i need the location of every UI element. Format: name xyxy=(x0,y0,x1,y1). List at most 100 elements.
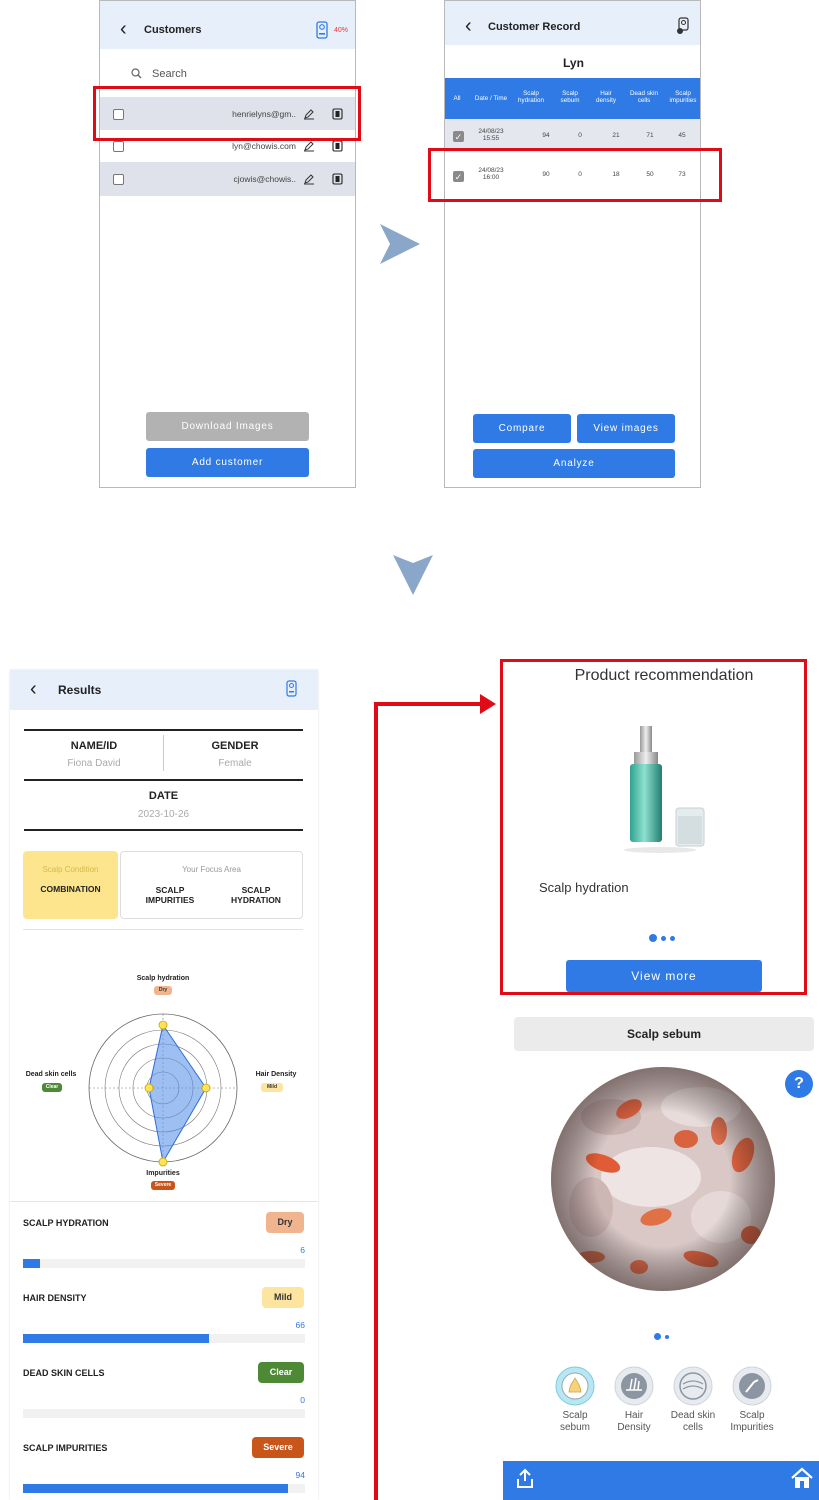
cell-value: 21 xyxy=(612,132,620,139)
home-icon[interactable] xyxy=(790,1467,814,1489)
radar-point xyxy=(158,1157,168,1167)
help-button[interactable]: ? xyxy=(785,1070,813,1098)
download-images-button[interactable]: Download Images xyxy=(146,412,309,441)
radar-label-bottom: Impurities xyxy=(146,1170,180,1177)
dead-skin-icon xyxy=(673,1366,713,1406)
back-icon[interactable]: ‹ xyxy=(30,678,37,701)
header-scalp-sebum: Scalp sebum xyxy=(560,90,580,104)
search-input[interactable]: Search xyxy=(152,68,187,80)
page-title: Results xyxy=(58,683,102,697)
row-checkbox[interactable] xyxy=(113,141,124,152)
header-scalp-hydration: Scalp hydration xyxy=(518,90,544,104)
edit-icon[interactable] xyxy=(303,173,315,185)
divider xyxy=(10,1201,318,1202)
tab-label: Dead skin cells xyxy=(670,1410,716,1433)
customers-screen: ‹ Customers 40% Search henrielyns@gm.. l… xyxy=(99,0,356,488)
metric-label: SCALP IMPURITIES xyxy=(23,1443,108,1453)
highlight-box xyxy=(93,86,361,141)
customer-record-screen: ‹ Customer Record Lyn All Date / Time Sc… xyxy=(444,0,701,488)
row-checkbox[interactable] xyxy=(113,174,124,185)
device-icon xyxy=(316,21,328,39)
radar-label-left: Dead skin cells xyxy=(25,1071,77,1078)
metric-value: 6 xyxy=(300,1245,305,1255)
edit-icon[interactable] xyxy=(303,140,315,152)
progress-bar xyxy=(23,1484,289,1493)
results-topbar xyxy=(10,670,318,710)
progress-bar xyxy=(23,1334,210,1343)
tab-label: Hair Density xyxy=(617,1410,651,1433)
flow-arrow-right-icon xyxy=(380,224,420,264)
sebum-icon xyxy=(555,1366,595,1406)
divider xyxy=(23,929,303,930)
metric-label: SCALP HYDRATION xyxy=(23,1218,109,1228)
row-checkbox[interactable]: ✓ xyxy=(453,131,464,142)
radar-point xyxy=(158,1020,168,1030)
header-dead-skin-cells: Dead skin cells xyxy=(629,90,658,104)
gender-value: Female xyxy=(218,758,252,769)
connector-line xyxy=(374,702,378,1500)
tab-label: Scalp Impurities xyxy=(730,1410,774,1433)
focus-label: Your Focus Area xyxy=(182,865,241,874)
divider xyxy=(163,735,164,771)
row-date: 24/08/23 15:55 xyxy=(478,128,504,142)
status-badge: Severe xyxy=(252,1437,304,1458)
compare-button[interactable]: Compare xyxy=(473,414,571,443)
focus-item: SCALP IMPURITIES xyxy=(145,885,195,905)
back-icon[interactable]: ‹ xyxy=(120,18,127,41)
connector-line xyxy=(374,702,482,706)
radar-chart xyxy=(88,1013,238,1167)
customer-email: cjowis@chowis.. xyxy=(233,174,296,184)
add-customer-button[interactable]: Add customer xyxy=(146,448,309,477)
header-all[interactable]: All xyxy=(449,95,465,102)
image-carousel-dots[interactable] xyxy=(654,1333,674,1341)
page-title: Customers xyxy=(144,24,202,36)
metric-value: 66 xyxy=(295,1320,305,1330)
delete-icon[interactable] xyxy=(332,140,343,152)
bottom-bar xyxy=(503,1461,819,1500)
battery-level: 40% xyxy=(334,27,349,34)
radar-badge-left: Clear xyxy=(42,1083,62,1092)
name-label: NAME/ID xyxy=(70,740,118,752)
device-settings-icon[interactable] xyxy=(676,17,690,35)
metric-value: 94 xyxy=(295,1470,305,1480)
radar-point xyxy=(201,1083,211,1093)
status-badge: Clear xyxy=(258,1362,304,1383)
radar-area xyxy=(148,1023,207,1164)
divider xyxy=(24,829,303,831)
progress-bar xyxy=(23,1259,40,1268)
radar-label-right: Hair Density xyxy=(255,1071,297,1078)
condition-label: Scalp Condition xyxy=(42,865,99,874)
cell-value: 45 xyxy=(678,132,686,139)
metric-label: HAIR DENSITY xyxy=(23,1293,87,1303)
metric-label: DEAD SKIN CELLS xyxy=(23,1368,105,1378)
cell-value: 94 xyxy=(542,132,550,139)
connector-arrow-icon xyxy=(480,694,496,714)
back-icon[interactable]: ‹ xyxy=(465,15,472,38)
cell-value: 71 xyxy=(646,132,654,139)
search-icon xyxy=(131,68,142,79)
radar-badge-bottom: Severe xyxy=(151,1181,175,1190)
divider xyxy=(24,729,303,731)
date-label: DATE xyxy=(148,790,179,802)
share-icon[interactable] xyxy=(515,1468,535,1490)
radar-badge-right: Mild xyxy=(261,1083,283,1092)
focus-item: SCALP HYDRATION xyxy=(231,885,281,905)
header-hair-density: Hair density xyxy=(596,90,616,104)
metric-value: 0 xyxy=(300,1395,305,1405)
delete-icon[interactable] xyxy=(332,173,343,185)
scalp-microscope-image xyxy=(551,1067,775,1291)
highlight-box xyxy=(500,659,807,995)
view-images-button[interactable]: View images xyxy=(577,414,675,443)
gender-label: GENDER xyxy=(211,740,259,752)
header-date: Date / Time xyxy=(474,95,508,102)
analyze-button[interactable]: Analyze xyxy=(473,449,675,478)
progress-track xyxy=(23,1409,305,1418)
carousel-dot xyxy=(665,1334,669,1339)
device-icon xyxy=(286,680,297,697)
radar-point xyxy=(144,1083,154,1093)
status-badge: Mild xyxy=(262,1287,304,1308)
customer-name: Lyn xyxy=(563,56,584,70)
carousel-dot-active xyxy=(654,1333,661,1340)
date-value: 2023-10-26 xyxy=(137,809,190,820)
tab-label: Scalp sebum xyxy=(559,1410,590,1433)
